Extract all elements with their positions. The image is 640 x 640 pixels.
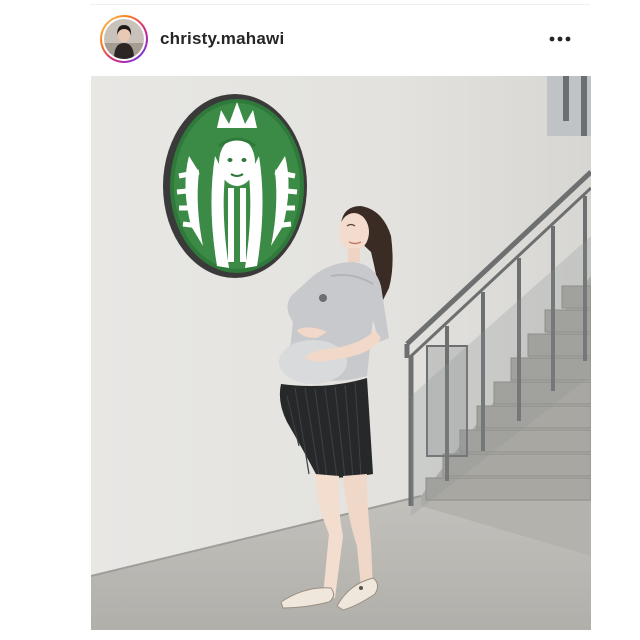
post-header: christy.mahawi — [90, 4, 590, 73]
profile-avatar[interactable] — [100, 15, 148, 63]
username-link[interactable]: christy.mahawi — [160, 29, 284, 49]
more-options-button[interactable] — [546, 27, 574, 51]
avatar-image — [102, 17, 146, 61]
avatar-photo-icon — [104, 19, 144, 59]
starbucks-siren-logo — [163, 94, 307, 278]
post-photo-illustration — [91, 76, 591, 630]
more-horizontal-icon — [549, 36, 571, 42]
post-photo[interactable] — [91, 76, 591, 630]
